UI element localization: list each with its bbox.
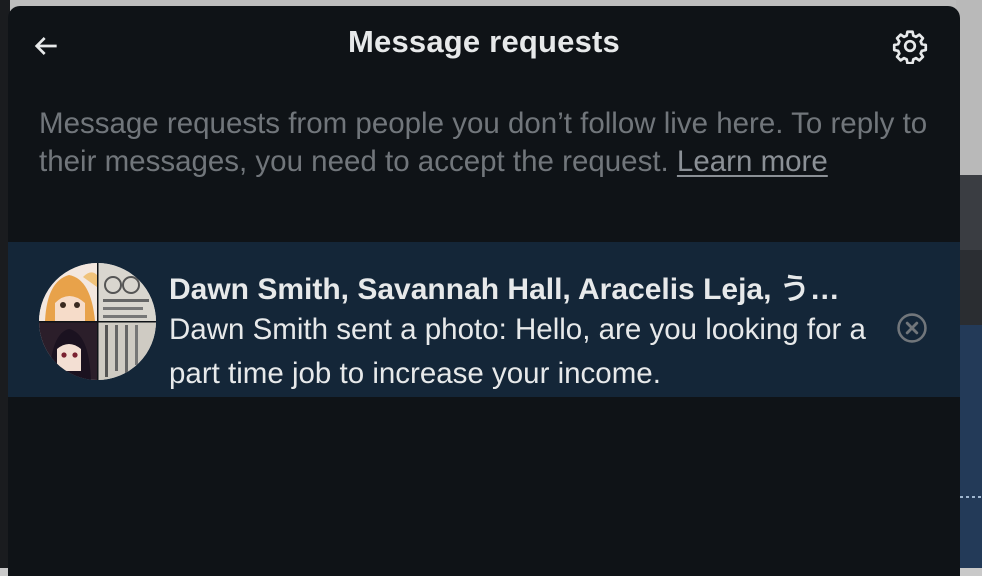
request-participants: Dawn Smith, Savannah Hall, Aracelis Leja…	[169, 273, 840, 306]
page-title: Message requests	[348, 24, 620, 59]
back-button[interactable]	[28, 28, 64, 64]
settings-button[interactable]	[890, 26, 930, 66]
arrow-left-icon	[34, 37, 57, 55]
close-circle-icon	[897, 313, 927, 343]
message-requests-panel: Message requests Message requests from p…	[8, 6, 960, 576]
group-avatar	[39, 263, 156, 380]
request-preview: Dawn Smith sent a photo: Hello, are you …	[169, 313, 866, 390]
message-request-item[interactable]: Dawn Smith, Savannah Hall, Aracelis Leja…	[8, 242, 960, 397]
panel-header: Message requests	[8, 6, 960, 88]
learn-more-link[interactable]: Learn more	[677, 145, 828, 178]
gear-icon	[892, 30, 928, 64]
dismiss-request-button[interactable]	[892, 308, 932, 348]
intro-text: Message requests from people you don’t f…	[39, 105, 929, 181]
